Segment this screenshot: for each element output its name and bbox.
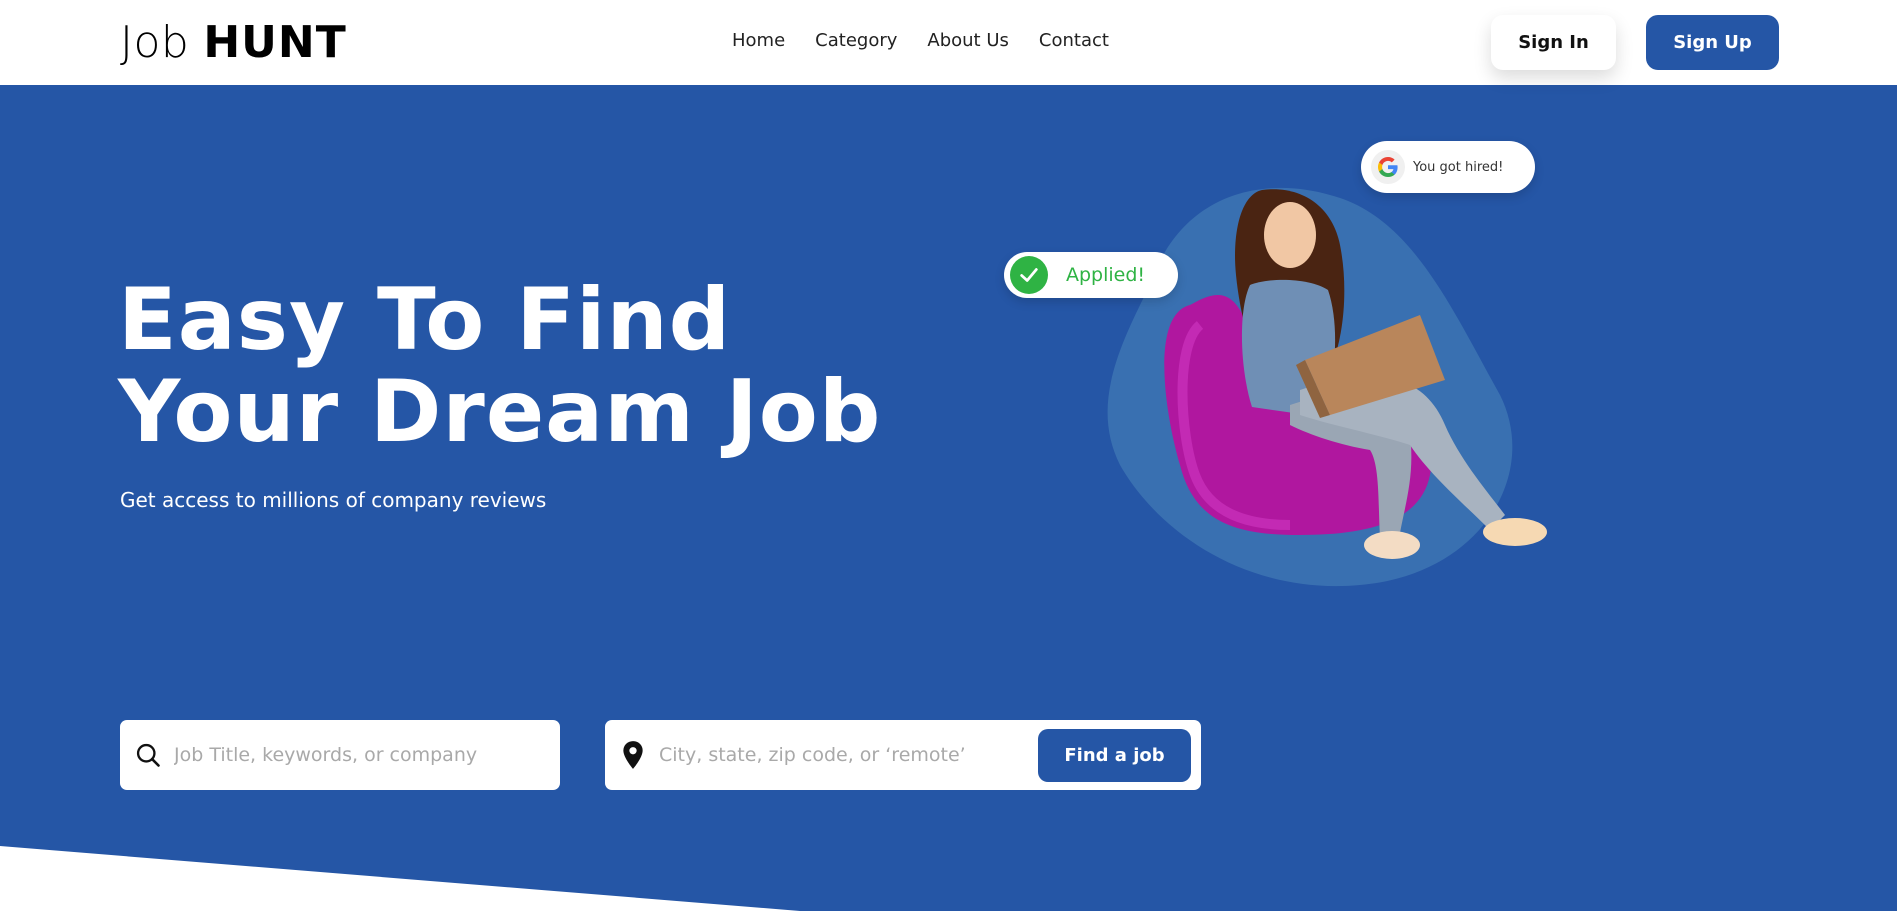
logo[interactable]: Job HUNT: [120, 18, 347, 68]
shoe-right: [1483, 518, 1547, 546]
hired-badge-label: You got hired!: [1413, 159, 1504, 175]
main-nav: Home Category About Us Contact: [732, 30, 1109, 51]
nav-link-home[interactable]: Home: [732, 30, 785, 51]
nav-link-contact[interactable]: Contact: [1039, 30, 1109, 51]
hero-title-line-2: Your Dream Job: [118, 362, 882, 462]
logo-word-job: Job: [120, 17, 190, 68]
nav-link-about-us[interactable]: About Us: [927, 30, 1009, 51]
top-navbar: Job HUNT Home Category About Us Contact …: [0, 0, 1897, 85]
shoe-left: [1364, 531, 1420, 559]
sign-up-button[interactable]: Sign Up: [1646, 15, 1779, 70]
find-a-job-button[interactable]: Find a job: [1038, 729, 1191, 782]
sign-in-button[interactable]: Sign In: [1491, 15, 1616, 70]
check-icon: [1010, 256, 1048, 294]
hero-illustration: [1107, 187, 1547, 587]
google-icon: [1371, 150, 1405, 184]
location-pin-icon: [617, 739, 649, 771]
applied-badge-label: Applied!: [1066, 264, 1146, 286]
woman-face: [1264, 202, 1316, 268]
keyword-search-input[interactable]: [174, 744, 534, 766]
hired-badge: You got hired!: [1361, 141, 1535, 193]
hero-title: Easy To Find Your Dream Job: [118, 274, 881, 458]
location-search-box: Find a job: [605, 720, 1201, 790]
nav-link-category[interactable]: Category: [815, 30, 897, 51]
hero-title-line-1: Easy To Find: [118, 270, 732, 370]
search-icon: [132, 739, 164, 771]
logo-word-hunt: HUNT: [203, 17, 347, 68]
bottom-wave-divider: [0, 846, 800, 911]
keyword-search-box: [120, 720, 560, 790]
applied-badge: Applied!: [1004, 252, 1178, 298]
location-search-input[interactable]: [659, 744, 1019, 766]
hero-subtitle: Get access to millions of company review…: [120, 488, 547, 512]
